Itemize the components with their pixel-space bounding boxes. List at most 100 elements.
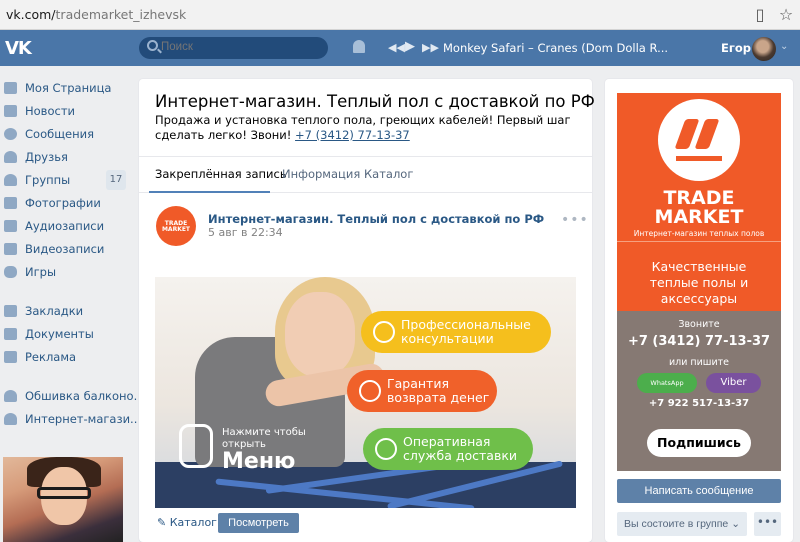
chevron-down-icon: ⌄ (731, 518, 740, 530)
nav-label: Закладки (25, 304, 84, 318)
feet-logo-icon (676, 119, 722, 161)
gamepad-icon (4, 266, 17, 278)
banner-pill-guarantee: Гарантия возврата денег (347, 370, 497, 412)
membership-label: Вы состоите в группе (623, 518, 729, 530)
viber-badge: Viber (706, 373, 761, 393)
nav-label: Новости (25, 104, 75, 118)
whatsapp-badge: WhatsApp (637, 373, 697, 393)
megaphone-icon (4, 351, 17, 363)
nav-photos[interactable]: Фотографии (0, 192, 130, 215)
url-domain: vk.com/ (6, 7, 56, 22)
url-path: trademarket_izhevsk (55, 7, 187, 22)
chevron-down-icon[interactable]: ⌄ (780, 41, 788, 52)
chat-bubble-icon (373, 321, 395, 343)
pill-text: Гарантия возврата денег (387, 376, 490, 405)
group-icon (4, 413, 17, 425)
groups-icon (4, 174, 17, 186)
left-sidebar: Моя Страница Новости Сообщения Друзья Гр… (0, 77, 141, 431)
tab-pinned-post[interactable]: Закреплённая запись (155, 167, 287, 181)
nav-group-shop[interactable]: Интернет-магази.. (0, 408, 137, 431)
now-playing-track[interactable]: Monkey Safari – Cranes (Dom Dolla R... (443, 41, 668, 55)
brand-slogan: Качественные теплые полы и аксессуары (649, 259, 749, 306)
nav-label: Группы (25, 173, 71, 187)
cover-phone: +7 (3412) 77-13-37 (627, 334, 771, 349)
status-phone-link[interactable]: +7 (3412) 77-13-37 (295, 128, 410, 142)
brand-logo (658, 99, 740, 181)
more-actions-button[interactable]: ••• (754, 512, 781, 536)
view-catalog-button[interactable]: Посмотреть (218, 513, 299, 533)
nav-documents[interactable]: Документы (0, 323, 130, 346)
banner-menu-word: Меню (222, 449, 296, 474)
nav-ads[interactable]: Реклама (0, 346, 130, 369)
nav-label: Сообщения (25, 127, 95, 141)
tab-catalog[interactable]: Каталог (364, 167, 413, 181)
cover-subscribe-badge: Подпишись (647, 429, 751, 457)
or-write-label: или пишите (668, 357, 730, 368)
brand-subtitle: Интернет-магазин теплых полов (633, 229, 765, 238)
nav-group-balcony[interactable]: Обшивка балконо.. (0, 385, 141, 408)
tab-information[interactable]: Информация (282, 167, 360, 181)
reader-view-icon[interactable]: ▯ (750, 5, 770, 25)
music-note-icon (4, 220, 17, 232)
nav-games[interactable]: Игры (0, 261, 130, 284)
search-input[interactable] (161, 41, 321, 53)
ruble-icon (359, 380, 381, 402)
previous-track-icon[interactable]: ◀◀ (388, 41, 405, 55)
post-date[interactable]: 5 авг в 22:34 (208, 226, 283, 239)
banner-woman-face (285, 292, 355, 377)
nav-audio[interactable]: Аудиозаписи (0, 215, 130, 238)
nav-messages[interactable]: Сообщения (0, 123, 130, 146)
post-catalog-link[interactable]: ✎ Каталог (157, 516, 217, 529)
video-icon (4, 243, 17, 255)
friends-icon (4, 151, 17, 163)
nav-label: Друзья (25, 150, 68, 164)
nav-my-page[interactable]: Моя Страница (0, 77, 130, 100)
browser-toolbar: vk.com/trademarket_izhevsk ▯ ☆ (0, 0, 800, 30)
catalog-label: Каталог (169, 516, 217, 529)
nav-label: Аудиозаписи (25, 219, 105, 233)
news-icon (4, 105, 17, 117)
brand-name: TRADE MARKET (654, 187, 744, 228)
nav-label: Игры (25, 265, 57, 279)
group-cover-image[interactable]: TRADE MARKET Интернет-магазин теплых пол… (617, 93, 781, 471)
nav-label: Моя Страница (25, 81, 112, 95)
pill-text: Профессиональные консультации (401, 317, 531, 346)
star-icon (4, 305, 17, 317)
avatar-logo-text: TRADE MARKET (161, 220, 191, 233)
sidebar-ad-image[interactable] (3, 457, 123, 542)
address-bar[interactable]: vk.com/trademarket_izhevsk (6, 7, 186, 22)
write-message-button[interactable]: Написать сообщение (617, 479, 781, 503)
play-icon[interactable]: ▶ (405, 40, 415, 54)
camera-icon (4, 197, 17, 209)
bookmark-star-icon[interactable]: ☆ (776, 5, 796, 25)
post-author-link[interactable]: Интернет-магазин. Теплый пол с доставкой… (208, 212, 544, 226)
nav-friends[interactable]: Друзья (0, 146, 130, 169)
active-tab-indicator (149, 191, 270, 193)
notifications-bell-icon[interactable] (353, 40, 365, 53)
post-banner-image[interactable]: Профессиональные консультации Гарантия в… (155, 277, 576, 508)
nav-groups[interactable]: Группы 17 (0, 169, 130, 192)
nav-bookmarks[interactable]: Закладки (0, 300, 130, 323)
post-author-avatar[interactable]: TRADE MARKET (156, 206, 196, 246)
call-label: Звоните (678, 319, 720, 330)
home-icon (4, 82, 17, 94)
cover-phone-2: +7 922 517-13-37 (648, 398, 750, 409)
post-more-menu[interactable]: ••• (561, 212, 589, 228)
nav-news[interactable]: Новости (0, 100, 130, 123)
divider (617, 241, 781, 242)
user-name[interactable]: Егор (721, 41, 751, 55)
nav-label: Видеозаписи (25, 242, 105, 256)
nav-label: Интернет-магази.. (25, 412, 138, 426)
vk-logo[interactable]: VK (5, 38, 32, 59)
nav-video[interactable]: Видеозаписи (0, 238, 130, 261)
search-box[interactable] (139, 37, 328, 59)
group-icon (4, 390, 17, 402)
user-avatar[interactable] (752, 37, 776, 61)
membership-dropdown-button[interactable]: Вы состоите в группе ⌄ (617, 512, 747, 536)
next-track-icon[interactable]: ▶▶ (422, 41, 439, 55)
pill-text: Оперативная служба доставки (403, 434, 518, 463)
tap-hand-icon (179, 424, 213, 468)
ad-glasses (37, 487, 91, 499)
banner-hint: Нажмите чтобы открыть (222, 427, 306, 450)
group-tabs: Закреплённая запись Информация Каталог (139, 156, 592, 193)
